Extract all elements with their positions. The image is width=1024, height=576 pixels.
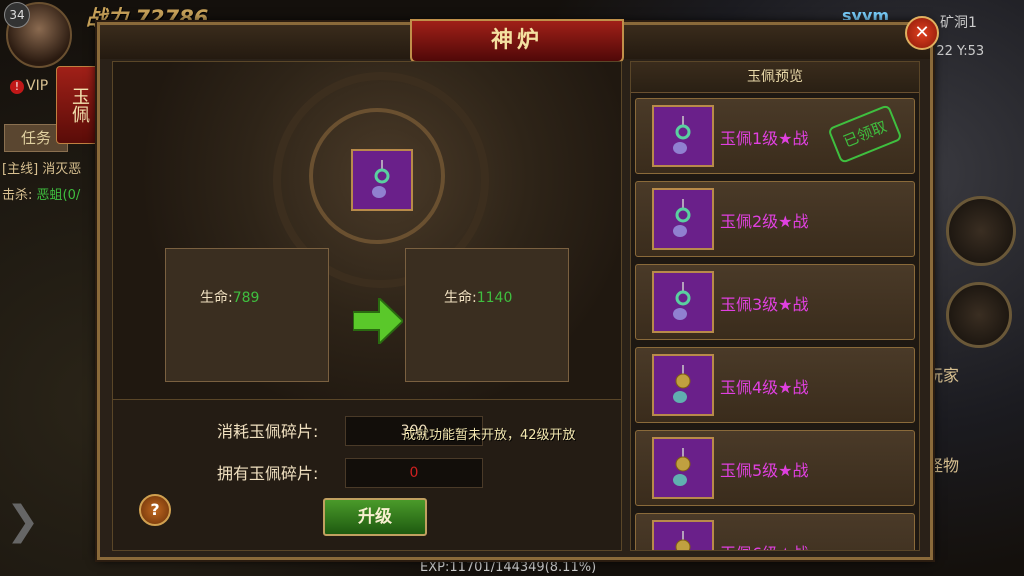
map-name: 矿洞1: [940, 15, 977, 31]
list-item[interactable]: 玉佩5级★战: [635, 430, 915, 506]
current-stat-label: 生命:: [200, 290, 233, 306]
current-stat: 生命:789: [200, 287, 259, 307]
jade-pendant-slot: [652, 354, 714, 416]
jade-pendant-icon: [673, 448, 691, 486]
current-stat-value: 789: [232, 290, 260, 306]
jade-pendant-slot: [652, 437, 714, 499]
next-stat-value: 1140: [476, 290, 513, 306]
cost-label: 消耗玉佩碎片:: [217, 422, 319, 441]
vip-label: VIP: [26, 78, 49, 94]
jade-pendant-slot: [652, 105, 714, 167]
jade-pendant-slot: [652, 520, 714, 550]
cost-section: 消耗玉佩碎片: 300 成就功能暂未开放，42级开放 拥有玉佩碎片: 0 ? 升…: [112, 399, 622, 551]
jade-pendant-slot: [652, 271, 714, 333]
list-item-label: 玉佩3级★战: [720, 295, 809, 314]
preview-panel: 玉佩预览 玉佩1级★战已领取玉佩2级★战玉佩3级★战玉佩4级★战玉佩5级★战玉佩…: [630, 61, 920, 551]
jade-pendant-icon: [675, 531, 691, 550]
list-item[interactable]: 玉佩1级★战 已领取: [635, 98, 915, 174]
jade-pendant-icon: [372, 160, 390, 198]
list-item[interactable]: 玉佩3级★战: [635, 264, 915, 340]
jade-pendant-icon: [673, 199, 691, 237]
jade-pendant-slot[interactable]: [351, 149, 413, 211]
next-stat-box: 生命:1140: [405, 248, 569, 382]
arrow-right-icon: [353, 298, 403, 344]
panel-title: 神炉: [410, 19, 624, 63]
preview-list[interactable]: 玉佩1级★战已领取玉佩2级★战玉佩3级★战玉佩4级★战玉佩5级★战玉佩6级★战: [635, 98, 915, 550]
preview-header: 玉佩预览: [631, 62, 919, 93]
jade-pendant-icon: [673, 116, 691, 154]
tab-jade-pendant[interactable]: 玉佩: [56, 66, 102, 144]
skill-button[interactable]: [946, 196, 1016, 266]
quest-line[interactable]: [主线] 消灭恶: [2, 158, 81, 177]
vip-indicator[interactable]: ! VIP: [10, 78, 48, 94]
next-stat: 生命:1140: [444, 287, 512, 307]
help-button[interactable]: ?: [139, 494, 171, 526]
own-label: 拥有玉佩碎片:: [217, 464, 319, 483]
quest-target: 恶蛆(0/: [36, 188, 81, 203]
skill-button[interactable]: [946, 282, 1012, 348]
quest-kill[interactable]: 击杀: 恶蛆(0/: [2, 184, 80, 203]
list-item[interactable]: 玉佩2级★战: [635, 181, 915, 257]
upgrade-area: 生命:789 生命:1140: [112, 61, 622, 401]
list-item-label: 玉佩6级★战: [720, 540, 809, 550]
level-badge: 34: [4, 2, 30, 28]
quest-kill-label: 击杀:: [2, 188, 37, 203]
alert-icon: !: [10, 80, 24, 94]
forge-panel: 神炉 生命:789 生命:1140 消耗玉佩碎片: 300 成就功能暂未开放，4…: [97, 19, 933, 560]
notice-toast: 成就功能暂未开放，42级开放: [403, 428, 576, 443]
list-item[interactable]: 玉佩4级★战: [635, 347, 915, 423]
chevron-left-icon[interactable]: ❯: [6, 498, 40, 544]
current-stat-box: 生命:789: [165, 248, 329, 382]
claimed-stamp: 已领取: [827, 104, 903, 164]
jade-pendant-slot: [652, 188, 714, 250]
close-button[interactable]: ✕: [905, 16, 939, 50]
jade-pendant-icon: [673, 365, 691, 403]
list-item-label: 玉佩2级★战: [720, 212, 809, 231]
list-item-label: 玉佩1级★战: [720, 129, 809, 148]
next-stat-label: 生命:: [444, 290, 477, 306]
exp-bar-text: EXP:11701/144349(8.11%): [420, 560, 597, 575]
list-item-label: 玉佩5级★战: [720, 461, 809, 480]
upgrade-button[interactable]: 升级: [323, 498, 427, 536]
list-item[interactable]: 玉佩6级★战: [635, 513, 915, 550]
own-value: 0: [345, 458, 483, 488]
jade-pendant-icon: [673, 282, 691, 320]
map-coordinates: :22 Y:53: [932, 44, 985, 59]
list-item-label: 玉佩4级★战: [720, 378, 809, 397]
